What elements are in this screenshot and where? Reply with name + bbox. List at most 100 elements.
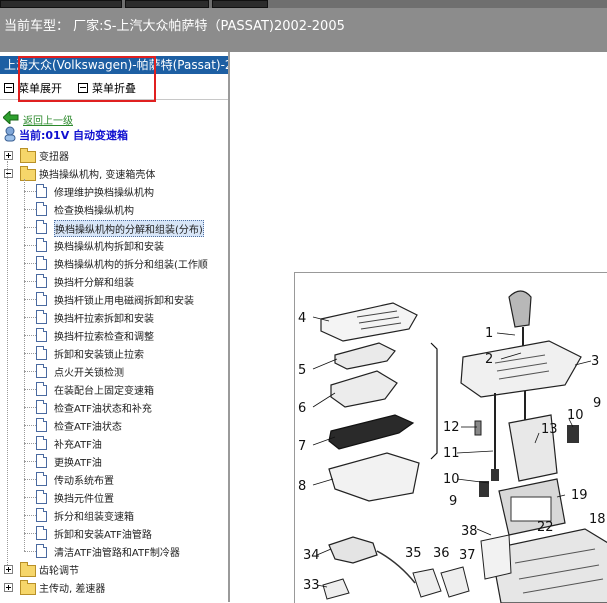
expand-node-icon[interactable] (4, 583, 13, 592)
tree-folder-label: 主传动, 差速器 (39, 584, 106, 595)
callout-18: 18 (589, 512, 606, 527)
callout-4: 4 (298, 311, 306, 326)
expand-node-icon[interactable] (4, 151, 13, 160)
document-icon (36, 418, 47, 432)
document-icon (36, 256, 47, 270)
tree-item[interactable]: 检查换档操纵机构 (24, 201, 226, 219)
tree-item[interactable]: 拆卸和安装锁止拉索 (24, 345, 226, 363)
document-icon (36, 220, 47, 234)
tree-item[interactable]: 拆分和组装变速箱 (24, 507, 226, 525)
tree-item-label: 在装配台上固定变速箱 (54, 386, 154, 397)
callout-1: 1 (485, 326, 493, 341)
callout-33: 33 (303, 578, 320, 593)
tree-item-label: 换挡杆拉索检查和调整 (54, 332, 154, 343)
tree-connector (24, 335, 36, 336)
toolbar-button[interactable] (212, 0, 268, 8)
tree-connector (24, 389, 36, 390)
tree-item-label: 换档操纵机构的分解和组装(分布) (54, 220, 204, 237)
callout-35: 35 (405, 546, 422, 561)
callout-2: 2 (485, 352, 493, 367)
folder-icon (20, 166, 36, 181)
callout-6: 6 (298, 401, 306, 416)
document-icon (36, 490, 47, 504)
callout-36: 36 (433, 546, 450, 561)
tree-connector (24, 191, 36, 192)
callout-5: 5 (298, 363, 306, 378)
current-section: 当前:01V 自动变速箱 (19, 129, 129, 142)
toolbar-button[interactable] (0, 0, 122, 8)
document-icon (36, 346, 47, 360)
tree-connector (24, 371, 36, 372)
tree-folder-shift-mechanism[interactable]: 换挡操纵机构, 变速箱壳体 (2, 165, 226, 183)
callout-34: 34 (303, 548, 320, 563)
callout-9: 9 (449, 494, 457, 509)
tree-connector (24, 407, 36, 408)
tree-item[interactable]: 传动系统布置 (24, 471, 226, 489)
collapse-node-icon[interactable] (4, 169, 13, 178)
tree-item[interactable]: 更换ATF油 (24, 453, 226, 471)
document-icon (36, 310, 47, 324)
tree-item-label: 换挡杆分解和组装 (54, 278, 134, 289)
tree-folder-torque-converter[interactable]: 变扭器 (2, 147, 226, 165)
callout-9b: 9 (593, 396, 601, 411)
callout-10b: 10 (567, 408, 584, 423)
toolbar-button[interactable] (125, 0, 209, 8)
tree-item[interactable]: 换挡杆锁止用电磁阀拆卸和安装 (24, 291, 226, 309)
document-icon (36, 274, 47, 288)
back-arrow-icon (3, 111, 19, 124)
tree-item-label: 换挡杆拉索拆卸和安装 (54, 314, 154, 325)
tree-item[interactable]: 修理维护换档操纵机构 (24, 183, 226, 201)
tree-connector (24, 425, 36, 426)
document-icon (36, 472, 47, 486)
tree-connector (24, 479, 36, 480)
tree-item[interactable]: 换挡杆分解和组装 (24, 273, 226, 291)
tree-folder-final-drive[interactable]: 主传动, 差速器 (2, 579, 226, 597)
document-icon (36, 238, 47, 252)
callout-11: 11 (443, 446, 460, 461)
tree-item[interactable]: 换档操纵机构的拆分和组装(工作顺 (24, 255, 226, 273)
tree-item-label: 检查ATF油状态 (54, 422, 122, 433)
top-toolbar-strip (0, 0, 607, 8)
tree-connector (7, 161, 8, 571)
tree-item[interactable]: 换档操纵机构拆卸和安装 (24, 237, 226, 255)
tree-connector (24, 209, 36, 210)
tree-item-label: 换档操纵机构的拆分和组装(工作顺 (54, 260, 208, 271)
tree-item[interactable]: 清洁ATF油管路和ATF制冷器 (24, 543, 226, 561)
callout-37: 37 (459, 548, 476, 563)
tree-item-label: 拆分和组装变速箱 (54, 512, 134, 523)
document-icon (36, 508, 47, 522)
tree-connector (24, 443, 36, 444)
tree-item[interactable]: 拆卸和安装ATF油管路 (24, 525, 226, 543)
back-link[interactable]: 返回上一级 (23, 112, 73, 127)
tree-item[interactable]: 在装配台上固定变速箱 (24, 381, 226, 399)
tree-connector (24, 299, 36, 300)
document-icon (36, 364, 47, 378)
current-vehicle-label: 当前车型： 厂家:S-上汽大众帕萨特（PASSAT)2002-2005 (4, 19, 345, 34)
expand-node-icon[interactable] (4, 565, 13, 574)
document-icon (36, 328, 47, 342)
tree-item-label: 清洁ATF油管路和ATF制冷器 (54, 548, 180, 559)
tree-item[interactable]: 换挡杆拉索拆卸和安装 (24, 309, 226, 327)
callout-3: 3 (591, 354, 599, 369)
tree-connector (24, 353, 36, 354)
callout-19: 19 (571, 488, 588, 503)
tree-item[interactable]: 换挡杆拉索检查和调整 (24, 327, 226, 345)
tree-connector (24, 245, 36, 246)
tree-item[interactable]: 补充ATF油 (24, 435, 226, 453)
tree-connector (24, 227, 36, 228)
tree-connector (24, 551, 36, 552)
callout-22: 22 (537, 520, 554, 535)
tree-item[interactable]: 换挡元件位置 (24, 489, 226, 507)
tree-connector (24, 263, 36, 264)
tree-item[interactable]: 检查ATF油状态 (24, 417, 226, 435)
tree-item[interactable]: 换档操纵机构的分解和组装(分布) (24, 219, 226, 237)
tree-folder-gear-adjustment[interactable]: 齿轮调节 (2, 561, 226, 579)
callout-8: 8 (298, 479, 306, 494)
callout-38: 38 (461, 524, 478, 539)
callout-13: 13 (541, 422, 558, 437)
tree-item[interactable]: 检查ATF油状态和补充 (24, 399, 226, 417)
document-icon (36, 292, 47, 306)
vehicle-header: 当前车型： 厂家:S-上汽大众帕萨特（PASSAT)2002-2005 (0, 8, 607, 52)
tree-connector (24, 281, 36, 282)
tree-item[interactable]: 点火开关锁检测 (24, 363, 226, 381)
